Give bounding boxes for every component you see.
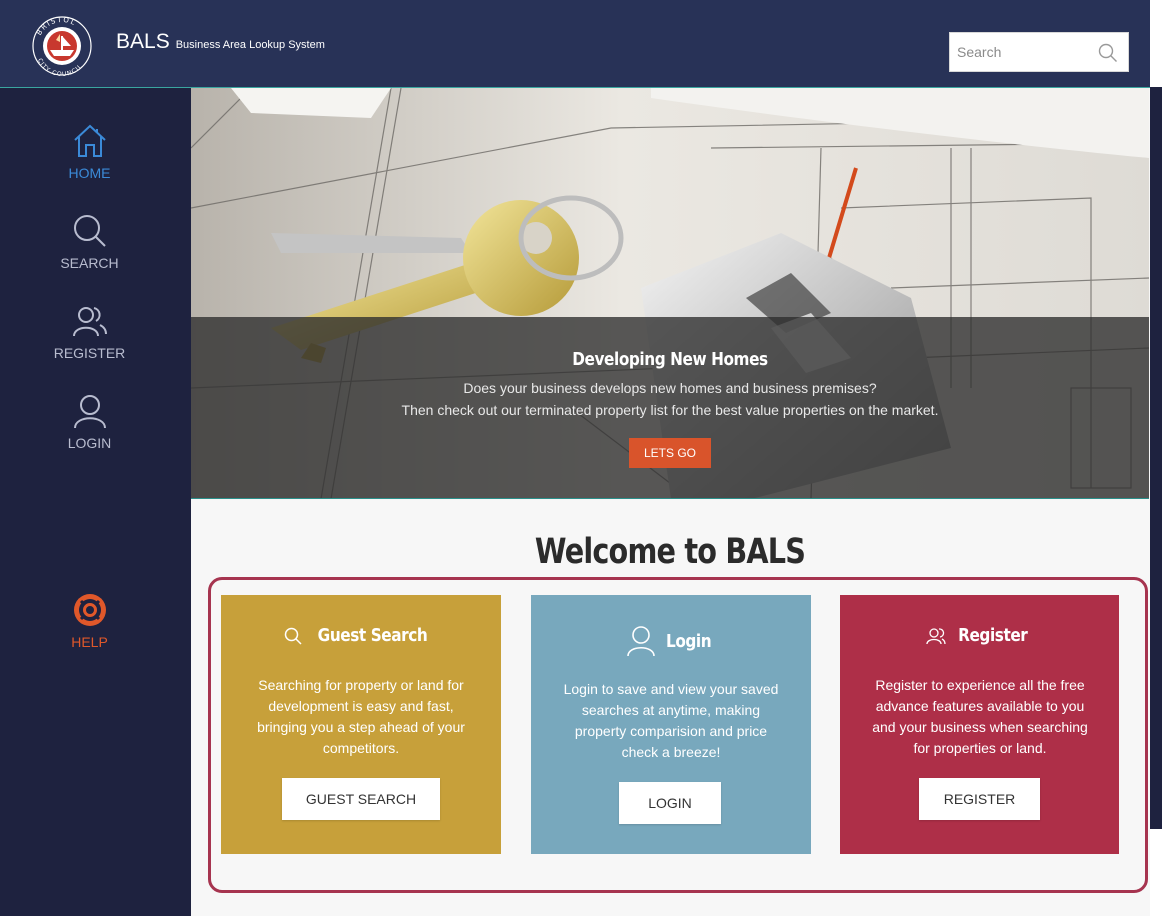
council-seal-icon: BRISTOL CITY COUNCIL: [32, 16, 92, 78]
home-icon: [73, 124, 106, 157]
sidebar-item-register[interactable]: REGISTER: [0, 303, 179, 361]
hero-text-line-2: Then check out our terminated property l…: [401, 402, 939, 418]
guest-search-button[interactable]: GUEST SEARCH: [282, 778, 440, 820]
card-title-text: Login: [666, 630, 712, 652]
card-title-text: Register: [958, 625, 1028, 646]
sidebar-item-search[interactable]: SEARCH: [0, 213, 179, 271]
sidebar-item-label: SEARCH: [60, 255, 119, 271]
sidebar-item-label: LOGIN: [67, 435, 112, 451]
search-input[interactable]: [957, 44, 1097, 60]
sidebar-item-home[interactable]: HOME: [0, 123, 179, 181]
hero-banner: Developing New Homes Does your business …: [191, 88, 1149, 499]
lifebuoy-icon: [73, 594, 106, 626]
hero-divider: [191, 498, 1149, 499]
register-card: Register Register to experience all the …: [840, 595, 1119, 854]
users-icon: [926, 627, 946, 644]
card-title: Register: [840, 625, 1120, 646]
sidebar-item-login[interactable]: LOGIN: [0, 393, 179, 451]
sidebar-item-label: HOME: [68, 165, 111, 181]
register-button[interactable]: REGISTER: [919, 778, 1040, 820]
card-title: Login: [531, 625, 811, 657]
search-icon: [73, 215, 106, 247]
sidebar-item-label: REGISTER: [53, 345, 126, 361]
hero-title: Developing New Homes: [572, 349, 768, 370]
card-description: Login to save and view your saved search…: [563, 681, 779, 760]
card-title-text: Guest Search: [318, 625, 428, 646]
hero-overlay: Developing New Homes Does your business …: [191, 317, 1149, 499]
search-icon[interactable]: [1098, 43, 1118, 68]
login-button[interactable]: LOGIN: [619, 782, 721, 824]
app-name: BALS: [116, 30, 170, 53]
scrollbar-track[interactable]: [1150, 87, 1162, 829]
hero-text-line-1: Does your business develops new homes an…: [463, 380, 877, 396]
user-icon: [73, 395, 106, 429]
login-card: Login Login to save and view your saved …: [531, 595, 811, 854]
top-header: BRISTOL CITY COUNCIL BALS Business Area …: [0, 0, 1150, 88]
bristol-city-council-logo[interactable]: BRISTOL CITY COUNCIL: [26, 12, 98, 78]
sidebar-item-label: HELP: [71, 634, 108, 650]
lets-go-button[interactable]: LETS GO: [628, 438, 711, 468]
card-description: Searching for property or land for devel…: [257, 677, 465, 756]
sidebar-item-help[interactable]: HELP: [0, 592, 179, 650]
brand: BALS Business Area Lookup System: [116, 30, 325, 54]
user-icon: [627, 626, 656, 657]
page-right-edge: [1150, 0, 1162, 916]
users-icon: [72, 307, 107, 337]
welcome-title: Welcome to BALS: [534, 532, 806, 572]
search-box[interactable]: [949, 32, 1129, 72]
app-full-name: Business Area Lookup System: [175, 39, 325, 51]
sidebar: HOME SEARCH REGISTER LOGIN HELP: [0, 88, 191, 916]
card-description: Register to experience all the free adva…: [872, 677, 1088, 756]
search-icon: [285, 627, 302, 645]
guest-search-card: Guest Search Searching for property or l…: [221, 595, 501, 854]
card-title: Guest Search: [221, 625, 501, 646]
